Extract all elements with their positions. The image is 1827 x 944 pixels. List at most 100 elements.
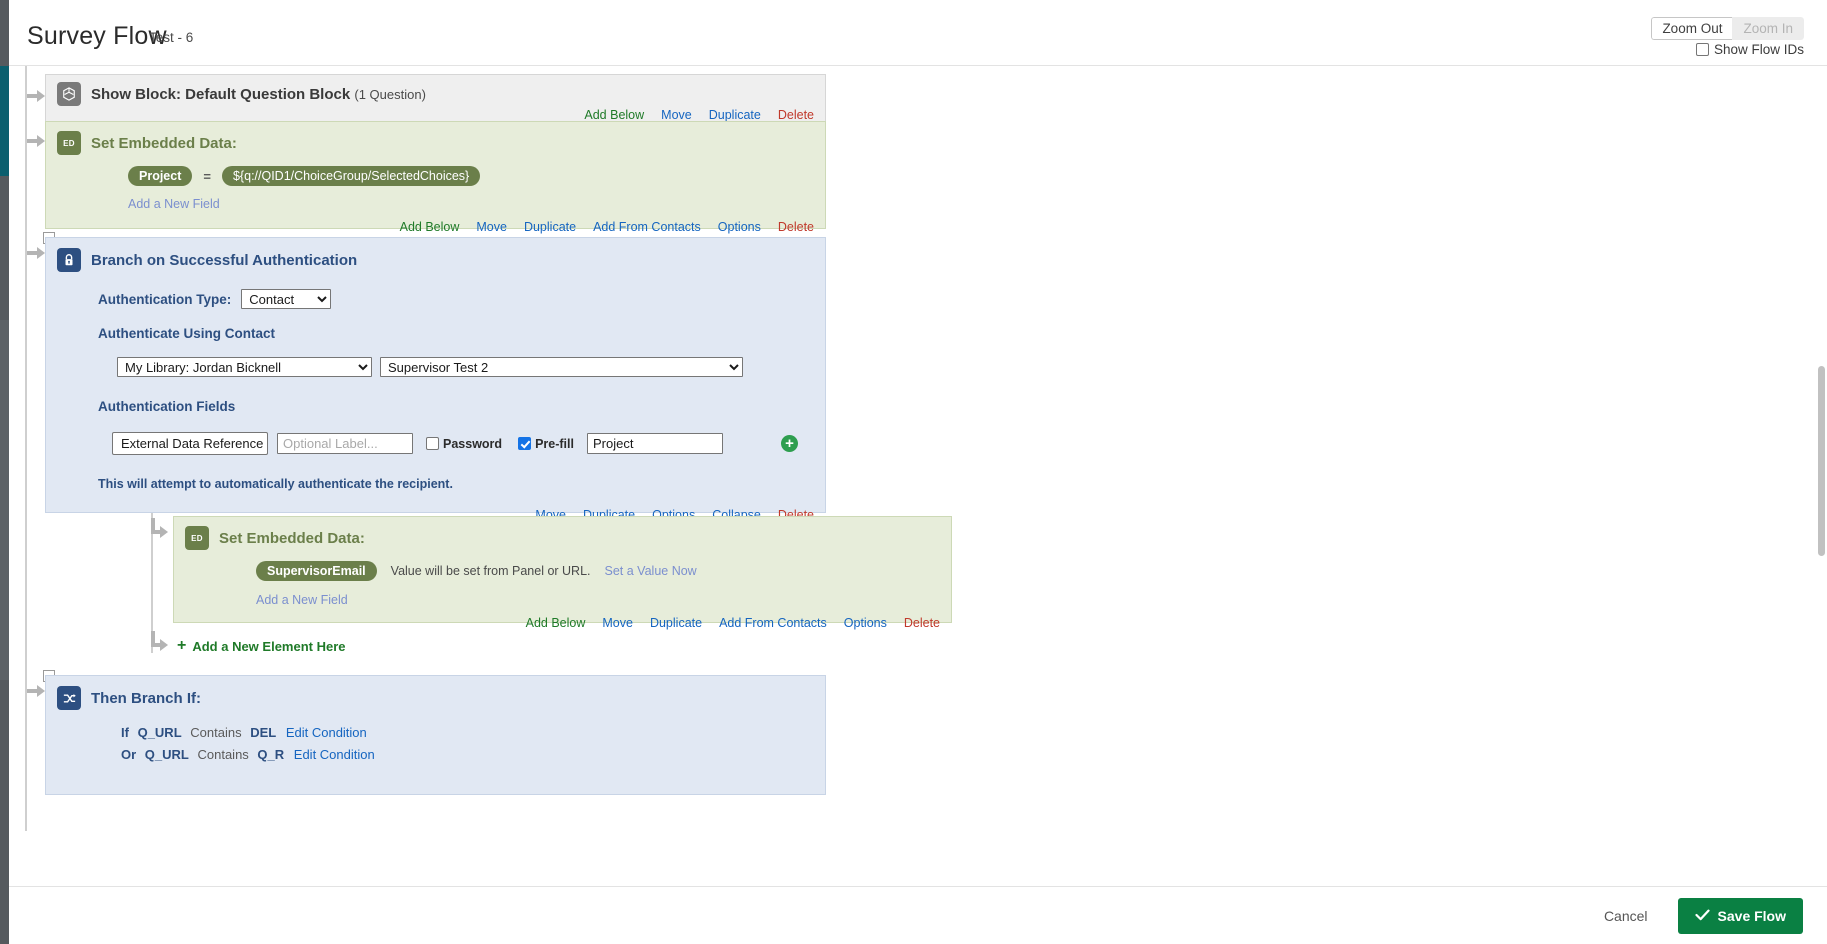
embedded-data-2-add-below-link[interactable]: Add Below — [526, 616, 586, 630]
survey-flow-page: Survey Flow Test - 6 Zoom Out Zoom In Sh… — [0, 0, 1827, 944]
flow-element-auth-branch[interactable]: Branch on Successful Authentication Auth… — [45, 237, 826, 522]
show-block-title: Show Block: Default Question Block (1 Qu… — [91, 86, 426, 103]
page-title: Survey Flow — [27, 22, 167, 50]
auth-type-select[interactable]: Contact — [241, 289, 332, 309]
embedded-data-2-title: Set Embedded Data: — [219, 529, 365, 547]
prefill-value-input[interactable] — [586, 433, 723, 454]
embedded-data-2-add-field-link[interactable]: Add a New Field — [256, 593, 348, 607]
condition-field: Q_URL — [137, 725, 182, 740]
embedded-data-1-field-row: Project = ${q://QID1/ChoiceGroup/Selecte… — [46, 155, 825, 186]
ed-badge-text: ED — [191, 533, 203, 543]
auth-branch-title: Branch on Successful Authentication — [91, 251, 358, 269]
embedded-data-1-header: ED Set Embedded Data: — [46, 122, 825, 155]
embedded-data-2-field-name[interactable]: SupervisorEmail — [256, 561, 377, 581]
flow-arrow-show-block — [27, 88, 45, 104]
show-block-move-link[interactable]: Move — [661, 108, 692, 122]
left-rail-accent — [0, 66, 9, 176]
embedded-data-2-duplicate-link[interactable]: Duplicate — [650, 616, 702, 630]
left-rail-accent-secondary — [0, 320, 9, 680]
auth-field-type-dropdown[interactable]: External Data Reference ▾ — [112, 432, 268, 455]
password-checkbox[interactable] — [426, 437, 439, 450]
authentication-fields-label: Authentication Fields — [98, 399, 236, 414]
canvas-scrollbar[interactable] — [1818, 366, 1825, 556]
cancel-button[interactable]: Cancel — [1598, 907, 1654, 925]
ed-badge-text: ED — [63, 138, 75, 148]
check-icon — [1694, 908, 1710, 924]
show-flow-ids-checkbox[interactable] — [1695, 43, 1709, 56]
flow-element-embedded-data-2[interactable]: ED Set Embedded Data: SupervisorEmail Va… — [173, 516, 952, 630]
zoom-out-button[interactable]: Zoom Out — [1651, 17, 1733, 40]
embedded-data-1-move-link[interactable]: Move — [476, 220, 507, 234]
auth-field-label-input[interactable] — [277, 433, 413, 454]
show-flow-ids-toggle[interactable]: Show Flow IDs — [1695, 42, 1804, 57]
flow-elbow-head — [160, 526, 168, 538]
embedded-data-2-field-row: SupervisorEmail Value will be set from P… — [174, 550, 951, 581]
password-checkbox-group[interactable]: Password — [426, 437, 502, 451]
embedded-data-2-delete-link[interactable]: Delete — [904, 616, 940, 630]
embedded-data-1-field-name[interactable]: Project — [128, 166, 193, 186]
prefill-checkbox-group[interactable]: Pre-fill — [518, 437, 574, 451]
condition-edit-link[interactable]: Edit Condition — [294, 747, 375, 762]
page-header: Survey Flow Test - 6 Zoom Out Zoom In Sh… — [9, 0, 1827, 66]
condition-operator: Contains — [190, 725, 242, 740]
add-new-element-link[interactable]: + Add a New Element Here — [177, 638, 346, 654]
prefill-label: Pre-fill — [535, 436, 574, 451]
auth-field-type-value: External Data Reference — [121, 436, 264, 451]
survey-name: Test - 6 — [149, 30, 194, 45]
flow-element-then-branch[interactable]: Then Branch If: If Q_URL Contains DEL Ed… — [45, 675, 826, 795]
embedded-data-2-actions: Add Below Move Duplicate Add From Contac… — [174, 616, 951, 637]
embedded-data-2-header: ED Set Embedded Data: — [174, 517, 951, 550]
embedded-data-1-equals: = — [203, 168, 211, 184]
page-footer: Cancel Save Flow — [9, 886, 1827, 944]
embedded-data-1-delete-link[interactable]: Delete — [778, 220, 814, 234]
embedded-data-2-options-link[interactable]: Options — [844, 616, 887, 630]
embedded-data-1-add-below-link[interactable]: Add Below — [400, 220, 460, 234]
show-block-question-count: (1 Question) — [354, 86, 426, 102]
show-flow-ids-label: Show Flow IDs — [1713, 42, 1804, 57]
password-label: Password — [443, 436, 503, 451]
embedded-data-1-add-field-link[interactable]: Add a New Field — [128, 197, 220, 211]
then-branch-header: Then Branch If: — [46, 676, 825, 710]
condition-row: If Q_URL Contains DEL Edit Condition — [121, 725, 825, 740]
embedded-data-1-duplicate-link[interactable]: Duplicate — [524, 220, 576, 234]
auth-branch-note: This will attempt to automatically authe… — [98, 477, 453, 491]
condition-row: Or Q_URL Contains Q_R Edit Condition — [121, 747, 825, 762]
embedded-data-1-add-field-row: Add a New Field — [46, 186, 825, 213]
plus-circle-icon[interactable]: + — [780, 435, 798, 452]
show-block-duplicate-link[interactable]: Duplicate — [709, 108, 761, 122]
authenticate-using-contact-label: Authenticate Using Contact — [98, 326, 276, 341]
condition-value: Q_R — [257, 747, 285, 762]
embedded-data-2-set-value-link[interactable]: Set a Value Now — [605, 564, 697, 578]
prefill-checkbox[interactable] — [518, 437, 532, 450]
condition-conjunction: If — [121, 725, 129, 740]
flow-arrow-embedded-data-1 — [27, 133, 45, 149]
show-block-title-text: Show Block: Default Question Block — [91, 85, 351, 103]
flow-elbow-add-element — [151, 631, 171, 657]
show-block-add-below-link[interactable]: Add Below — [584, 108, 644, 122]
contact-list-select[interactable]: Supervisor Test 2 — [380, 357, 743, 377]
embedded-data-1-options-link[interactable]: Options — [718, 220, 761, 234]
flow-arrow-then-branch — [27, 683, 45, 699]
embedded-data-2-value-note: Value will be set from Panel or URL. — [390, 564, 591, 578]
contact-library-select[interactable]: My Library: Jordan Bicknell — [117, 357, 372, 377]
embedded-data-2-add-field-row: Add a New Field — [174, 581, 951, 609]
embedded-data-1-add-from-contacts-link[interactable]: Add From Contacts — [593, 220, 701, 234]
then-branch-title: Then Branch If: — [91, 689, 202, 707]
embedded-data-1-field-value[interactable]: ${q://QID1/ChoiceGroup/SelectedChoices} — [221, 166, 481, 186]
condition-conjunction: Or — [121, 747, 137, 762]
cube-icon — [57, 82, 81, 106]
save-flow-button[interactable]: Save Flow — [1677, 897, 1803, 934]
flow-element-show-block[interactable]: Show Block: Default Question Block (1 Qu… — [45, 74, 826, 123]
flow-element-embedded-data-1[interactable]: ED Set Embedded Data: Project = ${q://QI… — [45, 121, 826, 234]
condition-edit-link[interactable]: Edit Condition — [286, 725, 367, 740]
flow-elbow-embedded-data-2 — [151, 518, 171, 544]
zoom-in-button[interactable]: Zoom In — [1732, 17, 1804, 40]
show-block-delete-link[interactable]: Delete — [778, 108, 814, 122]
flow-elbow-head — [160, 639, 168, 651]
plus-icon: + — [177, 637, 187, 654]
embedded-data-2-add-from-contacts-link[interactable]: Add From Contacts — [719, 616, 827, 630]
lock-icon — [57, 248, 81, 272]
embedded-data-2-move-link[interactable]: Move — [602, 616, 633, 630]
flow-canvas: Show Block: Default Question Block (1 Qu… — [9, 66, 1827, 886]
branch-icon — [57, 686, 81, 710]
